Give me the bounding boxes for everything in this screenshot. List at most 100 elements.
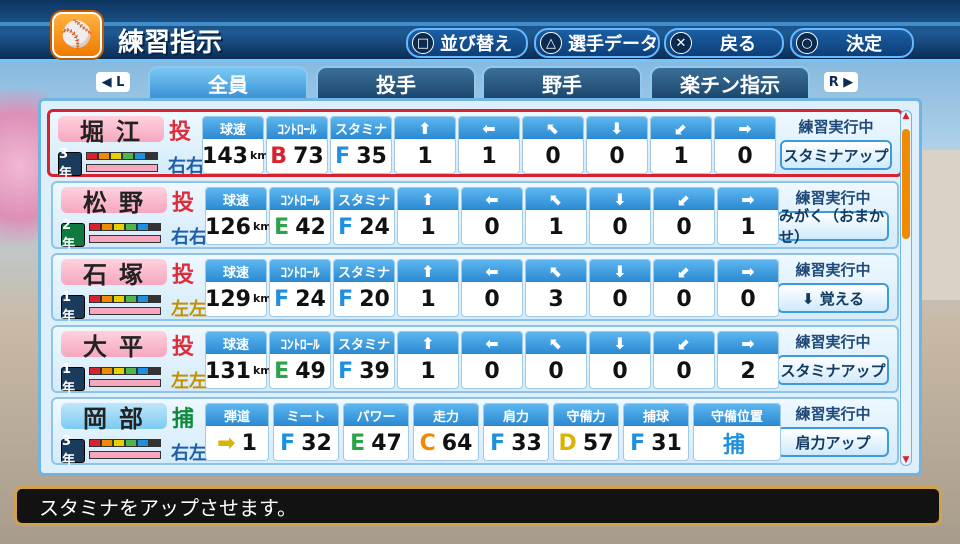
value-text: 2 [740, 358, 756, 384]
pitch-direction-icon: ⬇ [590, 188, 650, 210]
value-text: 0 [740, 286, 756, 312]
confirm-button[interactable]: ○ 決定 [790, 28, 914, 58]
training-action-button[interactable]: 肩力アップ [777, 427, 889, 457]
tab-fielders[interactable]: 野手 [482, 66, 642, 98]
player-list: 堀江投3年右右練習実行中スタミナアップ球速143km/hｺﾝﾄﾛｰﾙB73スタミ… [38, 98, 922, 476]
stat-cell: ⬅ 0 [461, 259, 523, 317]
stat-value: 2 [718, 354, 778, 388]
tab-pitchers[interactable]: 投手 [316, 66, 476, 98]
sort-button[interactable]: □ 並び替え [406, 28, 528, 58]
training-action-button[interactable]: みがく（おまかせ） [777, 207, 889, 246]
grade-badge: 1年 [61, 290, 85, 324]
training-action-button[interactable]: スタミナアップ [780, 140, 892, 170]
scroll-thumb[interactable] [902, 129, 910, 239]
back-label: 戻る [720, 34, 756, 55]
rank-letter: E [274, 358, 290, 384]
back-button[interactable]: ✕ 戻る [664, 28, 784, 58]
stat-value: 1 [651, 139, 711, 173]
scrollbar[interactable]: ▲ ▼ [900, 110, 912, 466]
confirm-label: 決定 [846, 34, 882, 55]
player-row[interactable]: 大平投1年左左練習実行中スタミナアップ球速131km/hｺﾝﾄﾛｰﾙE49スタミ… [51, 325, 899, 396]
value-text: 0 [612, 214, 628, 240]
condition-bar [89, 223, 161, 231]
stat-value: 131km/h [205, 354, 284, 388]
stat-value: F 33 [484, 426, 548, 460]
rank-letter: F [280, 430, 296, 456]
stat-cell: ➡ 0 [714, 116, 776, 174]
stat-label: 捕球 [624, 404, 688, 426]
stat-value: ➡ 1 [206, 426, 268, 460]
position-badge: 投 [171, 263, 194, 288]
value-text: 129 [205, 286, 251, 312]
stat-label: ｺﾝﾄﾛｰﾙ [270, 332, 330, 354]
value-text: 1 [417, 143, 433, 169]
stat-value: 0 [526, 354, 586, 388]
player-row[interactable]: 岡部捕 3年 右左 練習実行中 肩力アップ 弾道 ➡ 1 ミート F 32 パワー E 47 走力 C 64 肩力… [51, 397, 899, 468]
player-name: 堀江 [58, 116, 164, 146]
player-row[interactable]: 石塚投1年左左練習実行中⬇ 覚える球速129km/hｺﾝﾄﾛｰﾙF24スタミナF… [51, 253, 899, 324]
stat-value: 0 [718, 282, 778, 316]
stat-label: 球速 [206, 332, 266, 354]
stat-value: 0 [590, 282, 650, 316]
stat-value: B 73 [267, 139, 327, 173]
stat-label: 球速 [203, 117, 263, 139]
training-status: 練習実行中 スタミナアップ [780, 116, 892, 174]
stat-value: 129km/h [205, 282, 284, 316]
stat-label: スタミナ [334, 332, 394, 354]
training-status: 練習実行中 ⬇ 覚える [777, 259, 889, 317]
rank-letter: F [338, 358, 354, 384]
stat-cell: ⬉ 1 [525, 187, 587, 245]
tab-easy-instructions[interactable]: 楽チン指示 [650, 66, 810, 98]
stat-label: スタミナ [334, 188, 394, 210]
scroll-down-icon[interactable]: ▼ [901, 455, 911, 465]
pitch-direction-icon: ⬉ [526, 260, 586, 282]
value-text: 1 [481, 143, 497, 169]
stat-value: 1 [398, 282, 458, 316]
stat-value: F 24 [270, 282, 330, 316]
pitch-direction-icon: ⬆ [398, 188, 458, 210]
player-row[interactable]: 松野投2年右右練習実行中みがく（おまかせ）球速126km/hｺﾝﾄﾛｰﾙE42ス… [51, 181, 899, 252]
value-text: 47 [371, 430, 402, 456]
rank-letter: E [350, 430, 366, 456]
training-action-button[interactable]: スタミナアップ [777, 355, 889, 385]
stat-cell: スタミナ F 24 [333, 187, 395, 245]
value-text: 73 [293, 143, 324, 169]
value-text: 49 [295, 358, 326, 384]
square-icon: □ [412, 32, 434, 54]
pitch-direction-icon: ➡ [718, 260, 778, 282]
stat-label: スタミナ [334, 260, 394, 282]
position-badge: 投 [168, 120, 191, 145]
stat-value: C 64 [414, 426, 478, 460]
pitch-direction-icon: ⬇ [590, 260, 650, 282]
stat-value: 0 [523, 139, 583, 173]
value-text: 33 [511, 430, 542, 456]
condition-bar [89, 439, 161, 447]
player-data-button[interactable]: △ 選手データ [534, 28, 660, 58]
scroll-up-icon[interactable]: ▲ [901, 111, 911, 121]
stat-value: 1 [459, 139, 519, 173]
pitch-direction-icon: ⬅ [462, 188, 522, 210]
value-text: 0 [484, 214, 500, 240]
position-badge: 捕 [171, 407, 194, 432]
player-row[interactable]: 堀江投3年右右練習実行中スタミナアップ球速143km/hｺﾝﾄﾛｰﾙB73スタミ… [47, 109, 903, 181]
condition-bar [89, 367, 161, 375]
stat-value: 0 [654, 354, 714, 388]
pitch-direction-icon: ➡ [718, 332, 778, 354]
value-text: 0 [676, 286, 692, 312]
value-text: 1 [241, 430, 257, 456]
rank-letter: F [338, 286, 354, 312]
value-text: km/h [253, 293, 284, 304]
stat-value: 0 [462, 210, 522, 244]
value-text: 0 [548, 358, 564, 384]
stat-cell: 捕球 F 31 [623, 403, 689, 461]
stat-cell: ⬅ 0 [461, 331, 523, 389]
value-text: 131 [205, 358, 251, 384]
tab-all[interactable]: 全員 [148, 66, 308, 98]
stat-value: 0 [715, 139, 775, 173]
throw-bat-hand: 右右 [168, 156, 204, 177]
stat-cell: ⬇ 0 [589, 187, 651, 245]
training-action-button[interactable]: ⬇ 覚える [777, 283, 889, 313]
stat-cell: ⬆ 1 [394, 116, 456, 174]
grade-badge: 2年 [61, 218, 85, 252]
fatigue-bar [86, 164, 158, 172]
